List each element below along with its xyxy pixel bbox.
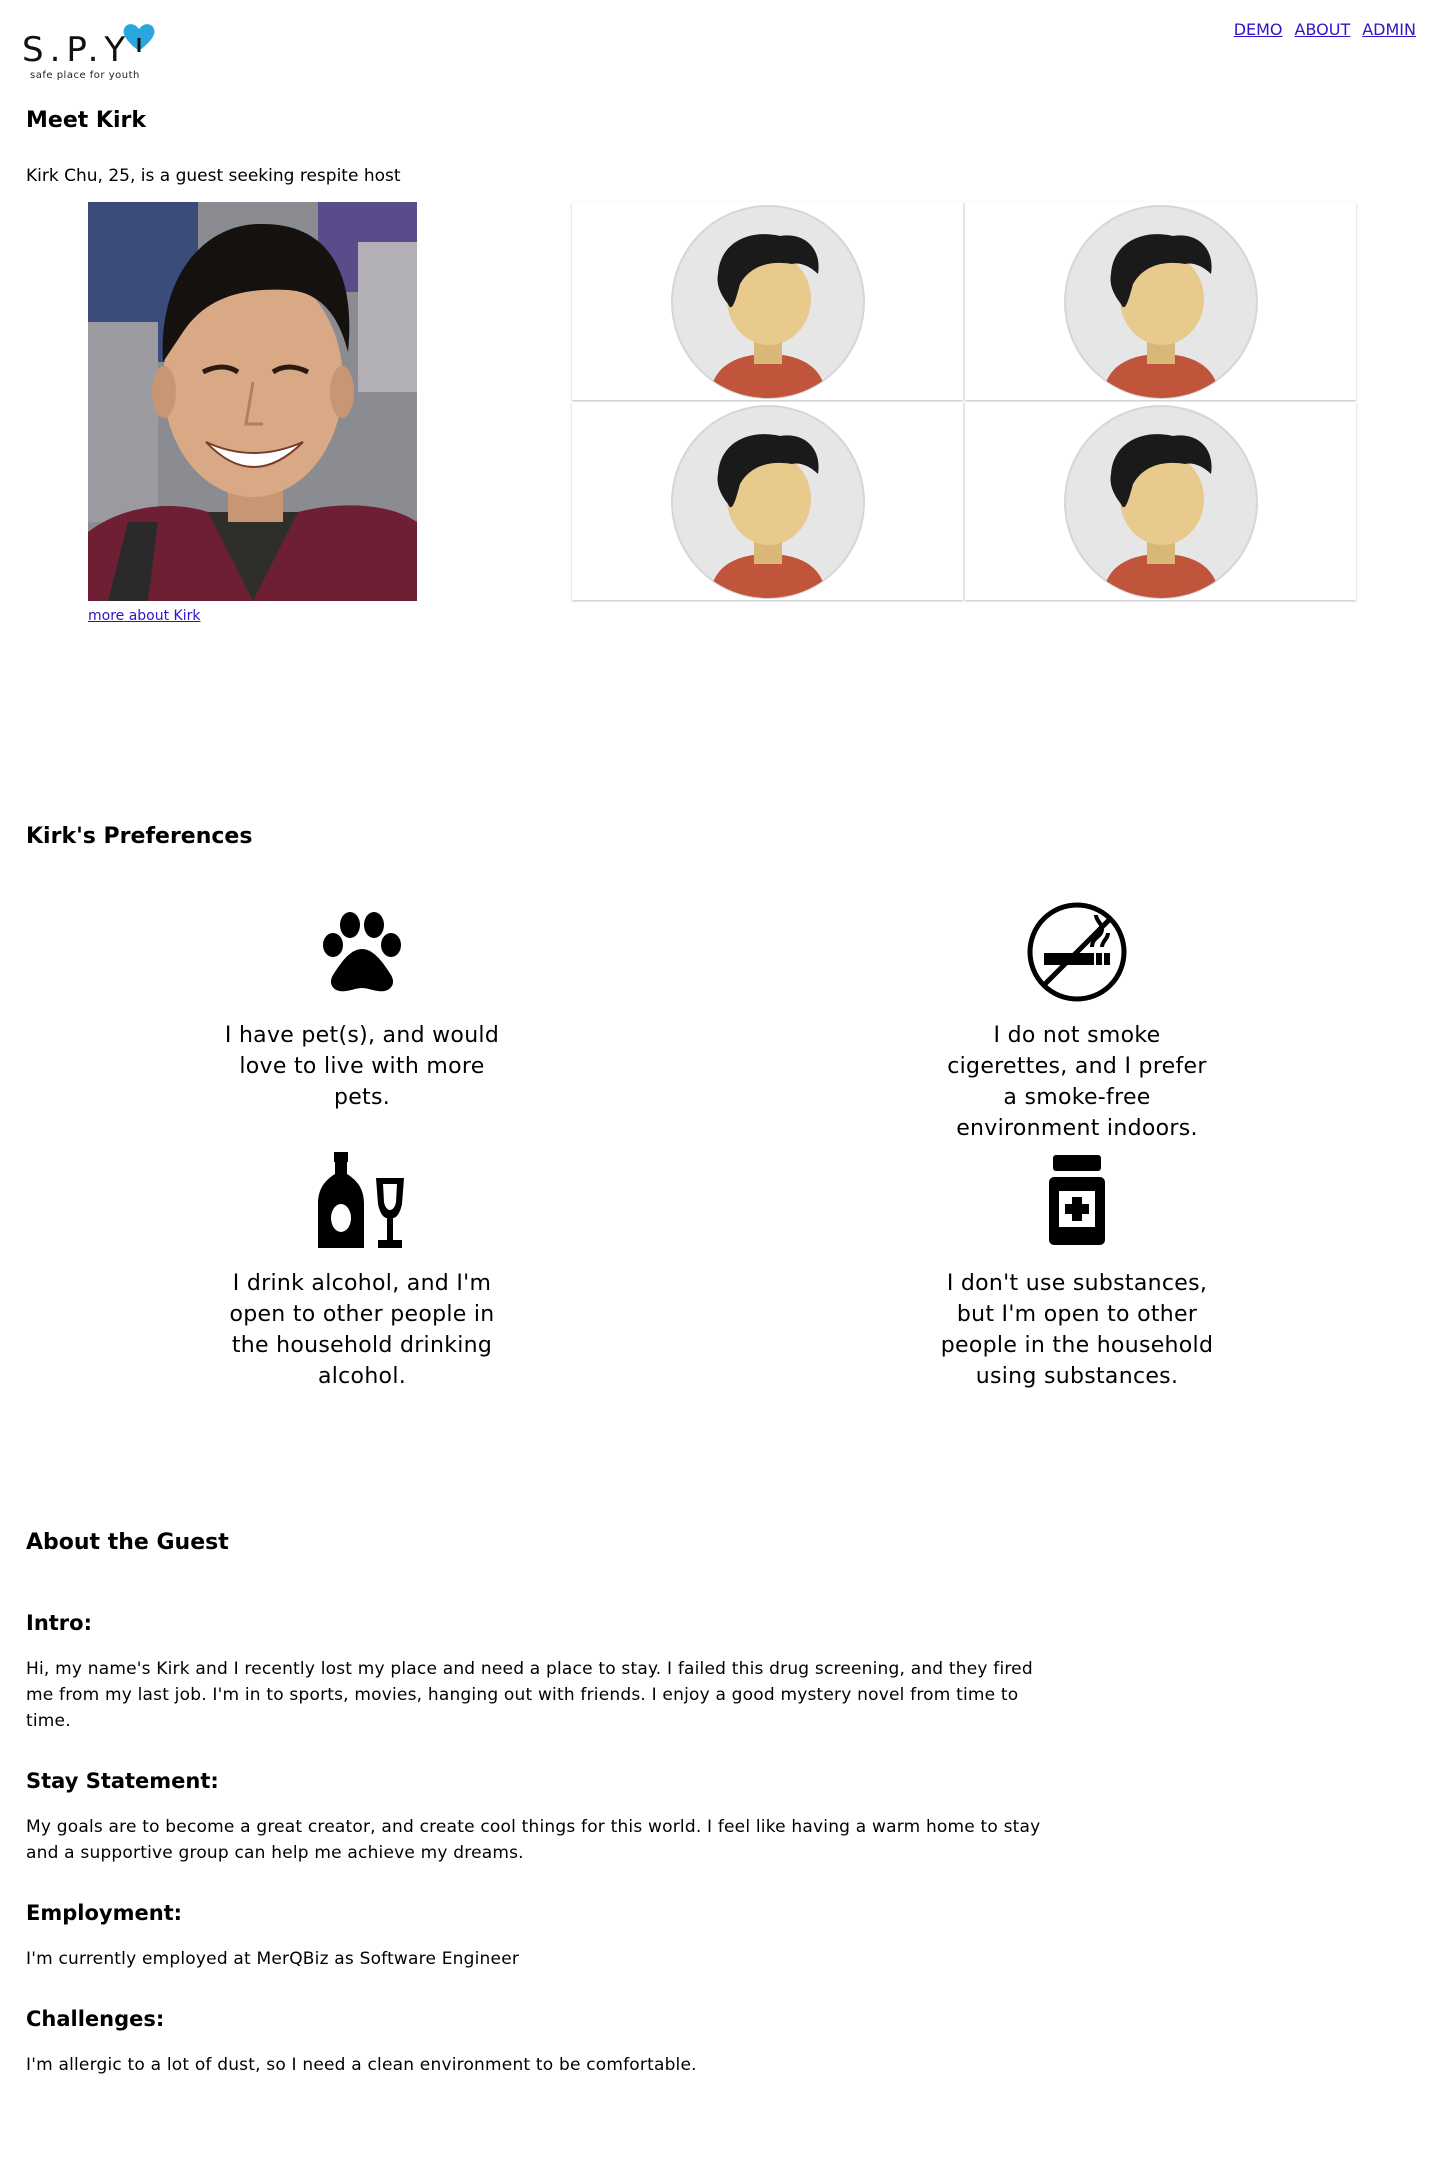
logo-tagline: safe place for youth — [30, 70, 140, 81]
intro-text: Hi, my name's Kirk and I recently lost m… — [26, 1659, 1033, 1731]
alcohol-icon — [318, 1152, 404, 1248]
intro-heading: Intro: — [26, 1611, 92, 1635]
avatar-icon — [1063, 405, 1258, 599]
guest-photo — [88, 202, 417, 601]
more-about-link[interactable]: more about Kirk — [88, 608, 201, 624]
paw-icon — [323, 912, 401, 992]
preference-alcohol: I drink alcohol, and I'm open to other p… — [202, 1150, 522, 1392]
guest-photo-illustration — [88, 202, 417, 601]
photo-grid — [572, 202, 1356, 602]
nav-demo-link[interactable]: DEMO — [1234, 20, 1283, 39]
preference-alcohol-text: I drink alcohol, and I'm open to other p… — [229, 1271, 495, 1389]
avatar-tile[interactable] — [572, 202, 963, 400]
preference-substances-text: I don't use substances, but I'm open to … — [940, 1271, 1214, 1389]
preference-smoking-text: I do not smoke cigerettes, and I prefer … — [947, 1023, 1207, 1141]
about-title: About the Guest — [26, 1530, 229, 1555]
preference-substances: I don't use substances, but I'm open to … — [917, 1150, 1237, 1392]
preference-smoking: I do not smoke cigerettes, and I prefer … — [917, 902, 1237, 1144]
page: S.P.Y safe place for youth DEMO ABOUT AD… — [0, 0, 1440, 2164]
challenges-text: I'm allergic to a lot of dust, so I need… — [26, 2055, 697, 2075]
spy-logo[interactable]: S.P.Y safe place for youth — [22, 20, 162, 88]
top-nav: DEMO ABOUT ADMIN — [1234, 20, 1416, 39]
avatar-icon — [1063, 205, 1258, 399]
heart-icon — [123, 24, 155, 52]
avatar-icon — [670, 205, 865, 399]
nav-admin-link[interactable]: ADMIN — [1362, 20, 1416, 39]
guest-subtitle: Kirk Chu, 25, is a guest seeking respite… — [26, 166, 401, 186]
medicine-bottle-icon — [1049, 1155, 1105, 1245]
employment-heading: Employment: — [26, 1901, 183, 1925]
avatar-tile[interactable] — [965, 402, 1356, 600]
stay-statement-heading: Stay Statement: — [26, 1769, 219, 1793]
logo-letters: S.P.Y — [22, 30, 132, 70]
avatar-icon — [670, 405, 865, 599]
avatar-tile[interactable] — [965, 202, 1356, 400]
no-smoking-icon — [1027, 902, 1127, 1002]
avatar-tile[interactable] — [572, 402, 963, 600]
stay-statement-text: My goals are to become a great creator, … — [26, 1817, 1041, 1863]
preference-pets-text: I have pet(s), and would love to live wi… — [224, 1023, 500, 1110]
page-title: Meet Kirk — [26, 108, 146, 133]
preference-pets: I have pet(s), and would love to live wi… — [202, 902, 522, 1113]
employment-text: I'm currently employed at MerQBiz as Sof… — [26, 1949, 520, 1969]
preferences-title: Kirk's Preferences — [26, 824, 253, 849]
challenges-heading: Challenges: — [26, 2007, 165, 2031]
nav-about-link[interactable]: ABOUT — [1295, 20, 1351, 39]
